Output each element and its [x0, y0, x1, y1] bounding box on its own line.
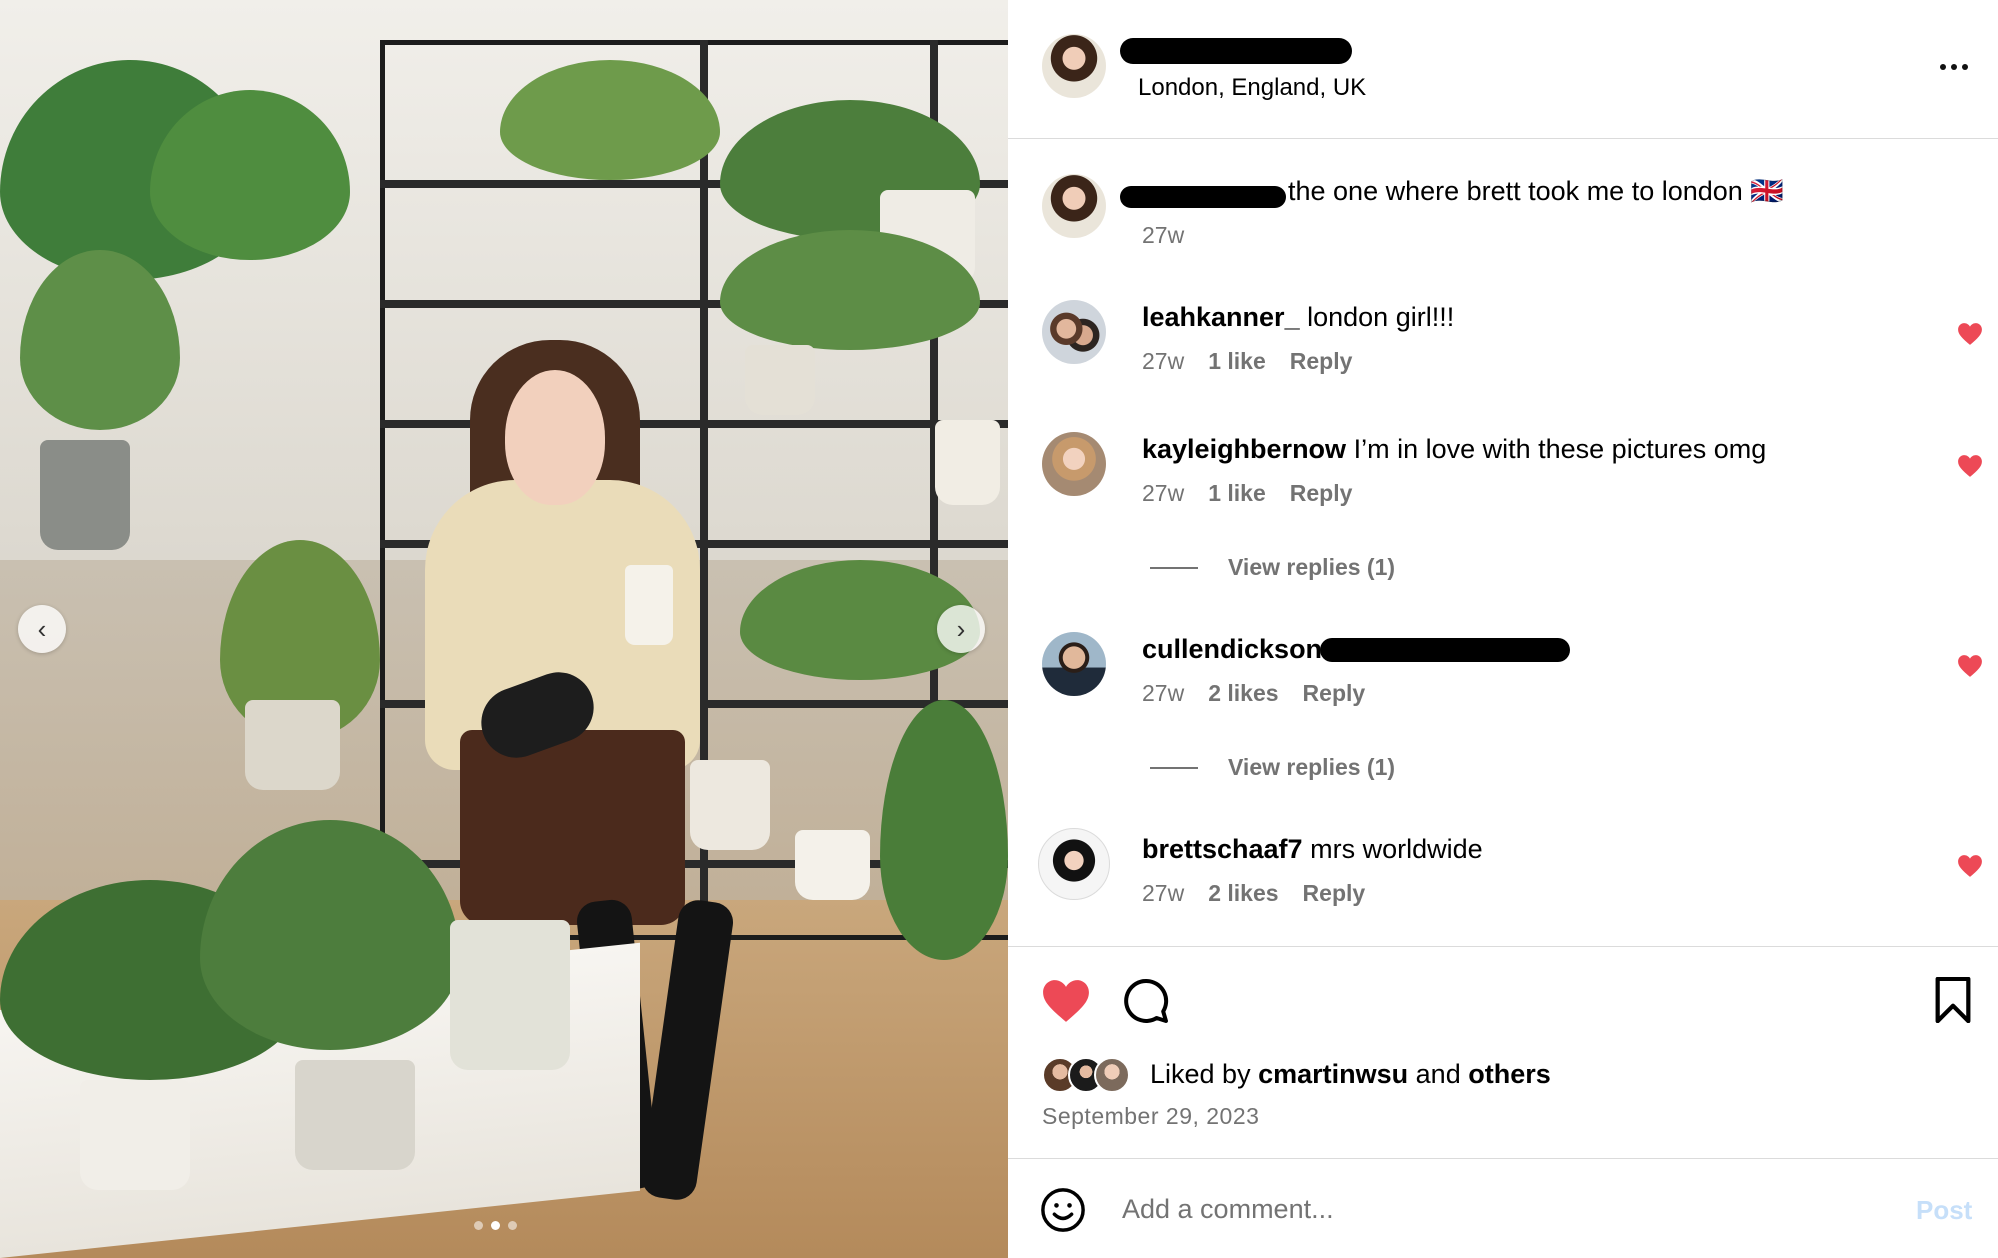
- caption-time[interactable]: 27w: [1142, 222, 1184, 249]
- comment-text: cullendickson: [1142, 632, 1322, 666]
- comment-input[interactable]: [1122, 1189, 1822, 1229]
- photo-pot: [80, 1080, 190, 1190]
- post-comment-button[interactable]: Post: [1916, 1195, 1972, 1226]
- comment-likes[interactable]: 1 like: [1208, 480, 1266, 507]
- comment-body: london girl!!!: [1307, 302, 1455, 332]
- comment-username[interactable]: kayleighbernow: [1142, 434, 1346, 464]
- chevron-left-icon: ‹: [37, 614, 47, 644]
- comment-likes[interactable]: 2 likes: [1208, 880, 1278, 907]
- liked-by-user-link[interactable]: cmartinwsu: [1258, 1059, 1408, 1089]
- comments-list: the one where brett took me to london 🇬🇧…: [1008, 140, 1998, 946]
- comment-time[interactable]: 27w: [1142, 348, 1184, 375]
- emoji-button[interactable]: [1040, 1187, 1086, 1233]
- comment-username[interactable]: brettschaaf7: [1142, 834, 1303, 864]
- comment-time[interactable]: 27w: [1142, 480, 1184, 507]
- post-photo[interactable]: ‹ ›: [0, 0, 1008, 1258]
- comment-body: mrs worldwide: [1310, 834, 1483, 864]
- emoji-smile-icon: [1041, 1188, 1085, 1232]
- replies-line: [1150, 566, 1198, 569]
- reply-button[interactable]: Reply: [1303, 680, 1366, 707]
- view-replies-button[interactable]: View replies (1): [1150, 554, 1395, 581]
- photo-pot: [935, 420, 1000, 505]
- comment-heart-icon[interactable]: [1957, 854, 1983, 878]
- redacted-comment: [1320, 638, 1570, 662]
- liked-by-text: Liked by cmartinwsu and others: [1150, 1059, 1551, 1090]
- post-location[interactable]: London, England, UK: [1138, 74, 1366, 102]
- redacted-username: [1120, 186, 1286, 208]
- photo-pot: [795, 830, 870, 900]
- view-replies-button[interactable]: View replies (1): [1150, 754, 1395, 781]
- comment-time[interactable]: 27w: [1142, 880, 1184, 907]
- comment-button[interactable]: [1120, 975, 1172, 1027]
- comment-likes[interactable]: 1 like: [1208, 348, 1266, 375]
- photo-pot: [690, 760, 770, 850]
- caption-text: the one where brett took me to london 🇬🇧: [1288, 176, 1784, 206]
- liked-by-prefix: Liked by: [1150, 1059, 1251, 1089]
- add-comment-bar: Post: [1008, 1158, 1998, 1258]
- commenter-avatar[interactable]: [1038, 828, 1110, 900]
- carousel-prev-button[interactable]: ‹: [18, 605, 66, 653]
- photo-pot: [40, 440, 130, 550]
- more-options-icon[interactable]: [1934, 52, 1974, 82]
- liked-by-avatars[interactable]: [1042, 1057, 1130, 1093]
- post-actions: Liked by cmartinwsu and others September…: [1008, 946, 1998, 1158]
- carousel-next-button[interactable]: ›: [937, 605, 985, 653]
- carousel-dot: [474, 1221, 483, 1230]
- comment-meta: 27w 2 likes Reply: [1142, 880, 1365, 907]
- comment-body: I’m in love with these pictures omg: [1353, 434, 1767, 464]
- photo-pot: [450, 920, 570, 1070]
- author-avatar[interactable]: [1042, 174, 1106, 238]
- author-avatar[interactable]: [1042, 34, 1106, 98]
- photo-pot: [245, 700, 340, 790]
- comment-text: brettschaaf7 mrs worldwide: [1142, 832, 1483, 866]
- photo-person-skirt: [460, 730, 685, 925]
- comment-text: kayleighbernow I’m in love with these pi…: [1142, 432, 1766, 466]
- comment-time[interactable]: 27w: [1142, 680, 1184, 707]
- comment-meta: 27w 1 like Reply: [1142, 480, 1352, 507]
- post-detail-panel: London, England, UK the one where brett …: [1008, 0, 1998, 1258]
- comment-heart-icon[interactable]: [1957, 322, 1983, 346]
- redacted-username: [1120, 38, 1352, 64]
- liked-by-and: and: [1415, 1059, 1461, 1089]
- comment-heart-icon[interactable]: [1957, 654, 1983, 678]
- save-button[interactable]: [1930, 975, 1976, 1025]
- caption-meta: 27w: [1142, 222, 1184, 249]
- comment-username[interactable]: leahkanner_: [1142, 302, 1300, 332]
- carousel-indicator: [474, 1221, 517, 1230]
- comment-meta: 27w 1 like Reply: [1142, 348, 1352, 375]
- liker-avatar: [1094, 1057, 1130, 1093]
- photo-pot: [745, 345, 815, 415]
- photo-coffee-cup: [625, 565, 673, 645]
- commenter-avatar[interactable]: [1042, 300, 1106, 364]
- comment-heart-icon[interactable]: [1957, 454, 1983, 478]
- view-replies-label[interactable]: View replies (1): [1228, 554, 1395, 581]
- chevron-right-icon: ›: [956, 614, 966, 644]
- comment-meta: 27w 2 likes Reply: [1142, 680, 1365, 707]
- comment-username[interactable]: cullendickson: [1142, 634, 1322, 664]
- reply-button[interactable]: Reply: [1290, 480, 1353, 507]
- reply-button[interactable]: Reply: [1290, 348, 1353, 375]
- comment-bubble-icon: [1124, 978, 1169, 1023]
- post-date[interactable]: September 29, 2023: [1042, 1103, 1259, 1130]
- liked-by-others-link[interactable]: others: [1468, 1059, 1551, 1089]
- bookmark-icon: [1935, 977, 1971, 1023]
- like-button[interactable]: [1040, 975, 1092, 1027]
- carousel-dot-active: [491, 1221, 500, 1230]
- reply-button[interactable]: Reply: [1303, 880, 1366, 907]
- photo-pot: [295, 1060, 415, 1170]
- replies-line: [1150, 766, 1198, 769]
- commenter-avatar[interactable]: [1042, 432, 1106, 496]
- carousel-dot: [508, 1221, 517, 1230]
- post-header: London, England, UK: [1008, 0, 1998, 139]
- commenter-avatar[interactable]: [1042, 632, 1106, 696]
- heart-icon: [1043, 980, 1089, 1022]
- comment-likes[interactable]: 2 likes: [1208, 680, 1278, 707]
- view-replies-label[interactable]: View replies (1): [1228, 754, 1395, 781]
- photo-person-face: [505, 370, 605, 505]
- comment-text: leahkanner_ london girl!!!: [1142, 300, 1454, 334]
